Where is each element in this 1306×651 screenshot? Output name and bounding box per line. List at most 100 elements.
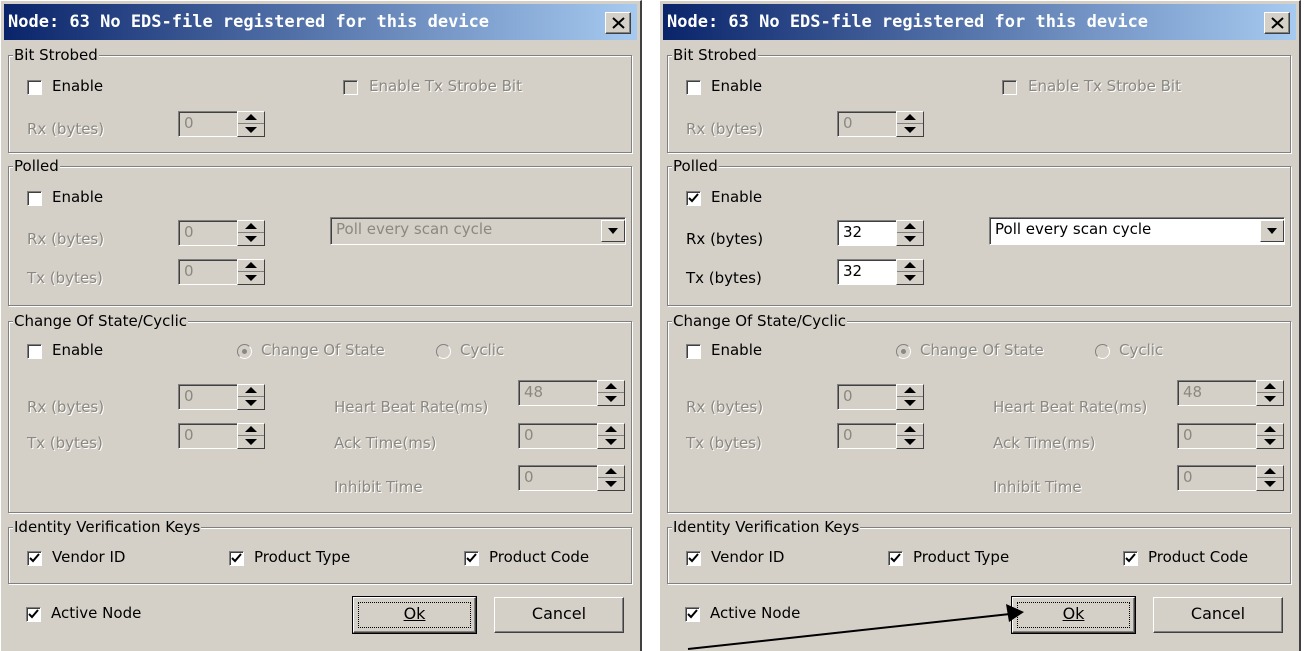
cos-enable-label: Enable	[52, 341, 104, 359]
polled-rx-spinner[interactable]	[896, 220, 924, 246]
cyclic-label: Cyclic	[460, 341, 505, 359]
inhibit-time-spinner[interactable]	[1256, 465, 1284, 491]
checkmark-icon	[1125, 553, 1136, 563]
cyclic-radio[interactable]	[1095, 344, 1110, 359]
dropdown-arrow-icon	[1267, 228, 1277, 234]
product-type-checkbox[interactable]	[888, 551, 903, 566]
change-of-state-group: Change Of State/Cyclic Enable Change Of …	[667, 312, 1291, 513]
bit-strobed-enable-label: Enable	[52, 77, 104, 95]
close-icon	[612, 17, 625, 29]
enable-tx-strobe-checkbox[interactable]	[343, 80, 358, 95]
poll-mode-dropdown-button[interactable]	[601, 220, 625, 242]
heartbeat-rate-spinner[interactable]	[1256, 380, 1284, 406]
poll-mode-select[interactable]: Poll every scan cycle	[989, 217, 1285, 245]
checkmark-icon	[29, 553, 40, 563]
checkmark-icon	[890, 553, 901, 563]
cancel-button[interactable]: Cancel	[494, 597, 624, 633]
identity-keys-group: Identity Verification Keys Vendor ID Pro…	[667, 518, 1291, 584]
polled-group: Polled Enable Rx (bytes) 0 Tx (bytes) 0 …	[8, 157, 632, 306]
bit-strobed-rx-input[interactable]: 0	[837, 111, 897, 137]
cancel-button[interactable]: Cancel	[1153, 597, 1283, 633]
cos-rx-label: Rx (bytes)	[27, 398, 105, 416]
enable-tx-strobe-label: Enable Tx Strobe Bit	[1028, 77, 1181, 95]
polled-rx-spinner[interactable]	[237, 220, 265, 246]
close-button[interactable]	[605, 12, 631, 34]
close-icon	[1271, 17, 1284, 29]
active-node-checkbox[interactable]	[685, 607, 700, 622]
cos-tx-spinner[interactable]	[896, 423, 924, 449]
active-node-checkbox[interactable]	[26, 607, 41, 622]
ack-time-input[interactable]: 0	[1177, 423, 1257, 449]
checkmark-icon	[688, 553, 699, 563]
poll-mode-dropdown-button[interactable]	[1260, 220, 1284, 242]
checkmark-icon	[466, 553, 477, 563]
enable-tx-strobe-checkbox[interactable]	[1002, 80, 1017, 95]
polled-tx-input[interactable]: 32	[837, 259, 897, 285]
heartbeat-rate-input[interactable]: 48	[518, 380, 598, 406]
ack-time-input[interactable]: 0	[518, 423, 598, 449]
polled-enable-label: Enable	[52, 188, 104, 206]
bit-strobed-rx-spinner[interactable]	[237, 111, 265, 137]
vendor-id-checkbox[interactable]	[27, 551, 42, 566]
vendor-id-checkbox[interactable]	[686, 551, 701, 566]
ok-button-label: Ok	[403, 604, 426, 623]
poll-mode-select[interactable]: Poll every scan cycle	[330, 217, 626, 245]
ack-time-spinner[interactable]	[597, 423, 625, 449]
bit-strobed-enable-label: Enable	[711, 77, 763, 95]
cos-rx-label: Rx (bytes)	[686, 398, 764, 416]
polled-enable-checkbox[interactable]	[686, 191, 701, 206]
bit-strobed-rx-input[interactable]: 0	[178, 111, 238, 137]
group-legend: Polled	[672, 157, 719, 175]
checkmark-icon	[231, 553, 242, 563]
cyclic-radio[interactable]	[436, 344, 451, 359]
cos-tx-spinner[interactable]	[237, 423, 265, 449]
polled-tx-label: Tx (bytes)	[27, 269, 103, 287]
dropdown-arrow-icon	[608, 228, 618, 234]
vendor-id-label: Vendor ID	[52, 548, 126, 566]
bit-strobed-group: Bit Strobed Enable Enable Tx Strobe Bit …	[8, 46, 632, 153]
dialog-title: Node: 63 No EDS-file registered for this…	[8, 12, 490, 32]
polled-enable-checkbox[interactable]	[27, 191, 42, 206]
inhibit-time-input[interactable]: 0	[1177, 465, 1257, 491]
cos-enable-label: Enable	[711, 341, 763, 359]
cos-tx-label: Tx (bytes)	[686, 434, 762, 452]
ok-button[interactable]: Ok	[1011, 596, 1136, 634]
product-code-checkbox[interactable]	[464, 551, 479, 566]
polled-rx-input[interactable]: 0	[178, 220, 238, 246]
polled-tx-spinner[interactable]	[896, 259, 924, 285]
change-of-state-radio[interactable]	[896, 344, 911, 359]
product-code-checkbox[interactable]	[1123, 551, 1138, 566]
ok-button[interactable]: Ok	[352, 596, 477, 634]
active-node-label: Active Node	[710, 604, 801, 622]
cos-tx-input[interactable]: 0	[837, 423, 897, 449]
inhibit-time-input[interactable]: 0	[518, 465, 598, 491]
change-of-state-radio[interactable]	[237, 344, 252, 359]
identity-keys-group: Identity Verification Keys Vendor ID Pro…	[8, 518, 632, 584]
close-button[interactable]	[1264, 12, 1290, 34]
cos-rx-input[interactable]: 0	[837, 384, 897, 410]
enable-tx-strobe-label: Enable Tx Strobe Bit	[369, 77, 522, 95]
product-type-checkbox[interactable]	[229, 551, 244, 566]
cos-rx-spinner[interactable]	[237, 384, 265, 410]
heartbeat-rate-spinner[interactable]	[597, 380, 625, 406]
group-legend: Change Of State/Cyclic	[13, 312, 188, 330]
cos-enable-checkbox[interactable]	[27, 344, 42, 359]
polled-tx-spinner[interactable]	[237, 259, 265, 285]
product-type-label: Product Type	[913, 548, 1010, 566]
heartbeat-rate-input[interactable]: 48	[1177, 380, 1257, 406]
cyclic-label: Cyclic	[1119, 341, 1164, 359]
product-code-label: Product Code	[1148, 548, 1249, 566]
bit-strobed-rx-spinner[interactable]	[896, 111, 924, 137]
bit-strobed-enable-checkbox[interactable]	[27, 80, 42, 95]
inhibit-time-spinner[interactable]	[597, 465, 625, 491]
vendor-id-label: Vendor ID	[711, 548, 785, 566]
polled-rx-input[interactable]: 32	[837, 220, 897, 246]
bit-strobed-enable-checkbox[interactable]	[686, 80, 701, 95]
ack-time-spinner[interactable]	[1256, 423, 1284, 449]
cos-tx-input[interactable]: 0	[178, 423, 238, 449]
polled-tx-input[interactable]: 0	[178, 259, 238, 285]
cos-rx-input[interactable]: 0	[178, 384, 238, 410]
ok-button-label: Ok	[1062, 604, 1085, 623]
cos-rx-spinner[interactable]	[896, 384, 924, 410]
cos-enable-checkbox[interactable]	[686, 344, 701, 359]
